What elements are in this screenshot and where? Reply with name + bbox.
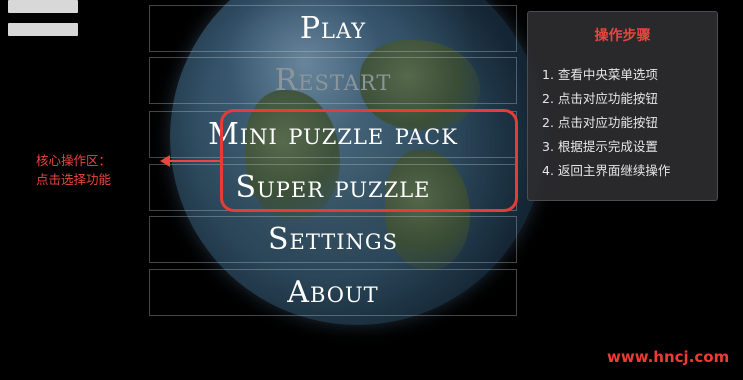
steps-panel: 操作步骤 1. 查看中央菜单选项 2. 点击对应功能按钮 2. 点击对应功能按钮…: [527, 11, 718, 201]
menu-restart-label: Restart: [274, 63, 392, 98]
step-item: 4. 返回主界面继续操作: [542, 163, 671, 178]
step-item: 3. 根据提示完成设置: [542, 139, 658, 154]
top-left-bar: [8, 0, 78, 13]
arrow-left-icon: [160, 155, 170, 167]
core-area-callout: 核心操作区： 点击选择功能: [36, 151, 111, 189]
watermark-text: www.hncj.com: [607, 348, 730, 366]
top-left-bar: [8, 23, 78, 36]
callout-arrow-line: [168, 160, 220, 162]
step-item: 2. 点击对应功能按钮: [542, 115, 658, 130]
step-item: 2. 点击对应功能按钮: [542, 91, 658, 106]
callout-line-1: 核心操作区：: [36, 153, 112, 168]
menu-settings-label: Settings: [267, 222, 399, 257]
callout-line-2: 点击选择功能: [36, 172, 112, 187]
steps-panel-title: 操作步骤: [594, 28, 651, 44]
steps-list: 1. 查看中央菜单选项 2. 点击对应功能按钮 2. 点击对应功能按钮 3. 根…: [542, 63, 717, 183]
menu-restart-button[interactable]: Restart: [149, 57, 517, 104]
menu-play-button[interactable]: Play: [149, 5, 517, 52]
step-item: 1. 查看中央菜单选项: [542, 67, 658, 82]
menu-settings-button[interactable]: Settings: [149, 216, 517, 263]
menu-play-label: Play: [299, 11, 367, 46]
menu-about-label: About: [287, 275, 379, 310]
menu-about-button[interactable]: About: [149, 269, 517, 316]
core-area-highlight-box: [220, 109, 518, 212]
